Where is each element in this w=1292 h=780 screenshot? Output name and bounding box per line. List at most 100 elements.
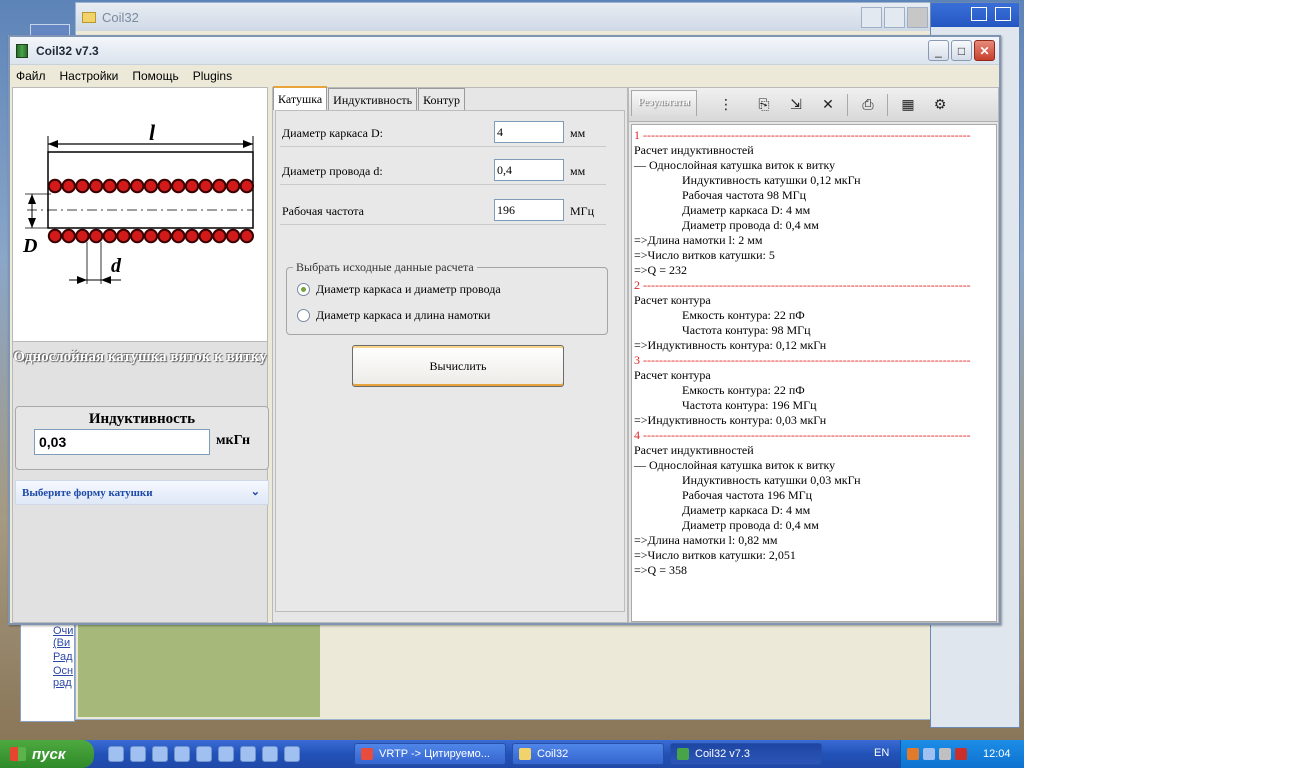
taskbar-item-coil32[interactable]: Coil32 v7.3: [670, 743, 822, 765]
coil-shape-selector[interactable]: Выберите форму катушки ⌄: [15, 480, 269, 505]
maximize-icon[interactable]: [884, 7, 905, 28]
restore-icon[interactable]: [971, 7, 987, 21]
length-label: l: [149, 120, 156, 145]
coil-turn: [198, 228, 213, 244]
coil-turn: [184, 228, 200, 244]
results-toolbar: Результаты ⋮ ⎘ ⇲ ✕ ⎙ ▦ ⚙: [629, 88, 998, 122]
close-icon[interactable]: [907, 7, 928, 28]
tab-coil[interactable]: Катушка: [273, 86, 328, 110]
language-indicator[interactable]: EN: [874, 747, 889, 759]
copy-icon[interactable]: ⎘: [755, 96, 773, 114]
result-line: Индуктивность катушки 0,12 мкГн: [682, 173, 861, 187]
close-icon[interactable]: [995, 7, 1011, 21]
system-tray: 12:04: [900, 740, 1024, 768]
result-line: =>Индуктивность контура: 0,12 мкГн: [634, 338, 827, 352]
coil-turn: [47, 228, 63, 244]
tab-results[interactable]: Результаты: [631, 90, 697, 116]
tray-arrow-icon[interactable]: [907, 748, 919, 760]
result-line: Расчет контура: [634, 368, 711, 382]
volume-icon[interactable]: [939, 748, 951, 760]
calculation-panel: Катушка Индуктивность Контур Диаметр кар…: [272, 86, 628, 623]
result-line: =>Индуктивность контура: 0,03 мкГн: [634, 413, 827, 427]
result-line: Диаметр каркаса D: 4 мм: [682, 203, 811, 217]
inductance-value-field[interactable]: [34, 429, 210, 455]
taskbar: пуск VRTP -> Цитируемо... Coil32 Coil32 …: [0, 740, 1024, 768]
bg-link[interactable]: Рад: [21, 651, 74, 663]
maximize-button[interactable]: □: [951, 40, 972, 61]
network-icon[interactable]: [923, 748, 935, 760]
inductance-title: Индуктивность: [88, 411, 196, 427]
wire-diameter-unit: мм: [570, 164, 586, 178]
chevron-down-icon[interactable]: ⌄: [251, 485, 260, 498]
taskbar-item-label: VRTP -> Цитируемо...: [379, 748, 490, 760]
tab-circuit[interactable]: Контур: [418, 88, 466, 110]
print-icon[interactable]: ⎙: [859, 96, 877, 114]
option-former-and-wire[interactable]: Диаметр каркаса и диаметр провода: [297, 282, 501, 297]
app-icon[interactable]: [130, 746, 146, 762]
chrome-icon[interactable]: [218, 746, 234, 762]
result-line: Индуктивность катушки 0,03 мкГн: [682, 473, 861, 487]
result-line: =>Длина намотки l: 0,82 мм: [634, 533, 778, 547]
coil-turn: [116, 178, 131, 194]
tool-icon[interactable]: [174, 746, 190, 762]
result-line: Частота контура: 98 МГц: [682, 323, 811, 337]
option-former-and-length[interactable]: Диаметр каркаса и длина намотки: [297, 308, 490, 323]
tab-inductance[interactable]: Индуктивность: [328, 88, 418, 110]
coil-turn: [239, 228, 255, 244]
result-line: =>Число витков катушки: 2,051: [634, 548, 796, 562]
frequency-input[interactable]: [494, 199, 564, 221]
taskbar-item-browser[interactable]: VRTP -> Цитируемо...: [354, 743, 506, 765]
image-icon[interactable]: [196, 746, 212, 762]
menu-settings[interactable]: Настройки: [60, 69, 119, 83]
coil-turn: [75, 178, 90, 194]
input-mode-group-title: Выбрать исходные данные расчета: [293, 260, 477, 275]
menu-plugins[interactable]: Plugins: [193, 69, 232, 83]
coil-turn: [143, 228, 159, 244]
calculate-button[interactable]: Вычислить: [352, 345, 564, 387]
results-panel: Результаты ⋮ ⎘ ⇲ ✕ ⎙ ▦ ⚙ 1 -------------…: [628, 87, 999, 623]
delete-icon[interactable]: ✕: [819, 96, 837, 114]
coil-turn: [171, 228, 186, 244]
media-icon[interactable]: [152, 746, 168, 762]
result-line: Диаметр провода d: 0,4 мм: [682, 518, 819, 532]
close-button[interactable]: ✕: [974, 40, 995, 61]
pdf-icon[interactable]: [284, 746, 300, 762]
bg-link[interactable]: Осн рад: [21, 665, 74, 689]
start-button[interactable]: пуск: [0, 740, 94, 768]
bg-window-titlebar[interactable]: Coil32: [76, 3, 932, 31]
result-line: Рабочая частота 98 МГц: [682, 188, 807, 202]
minimize-button[interactable]: _: [928, 40, 949, 61]
taskbar-item-label: Coil32: [537, 748, 569, 760]
results-text[interactable]: 1 --------------------------------------…: [631, 124, 997, 622]
download-icon[interactable]: [262, 746, 278, 762]
coil-panel: l D d Однослойная катушка виток к витку …: [12, 87, 269, 623]
line-height-icon[interactable]: ⋮: [717, 96, 735, 114]
bg-window-controls: [861, 7, 928, 28]
ie-icon[interactable]: [108, 746, 124, 762]
coil32-main-window: Coil32 v7.3 _ □ ✕ Файл Настройки Помощь …: [8, 35, 1001, 625]
result-line: Емкость контура: 22 пФ: [682, 308, 805, 322]
radio-unselected-icon[interactable]: [297, 309, 310, 322]
browser-icon[interactable]: [240, 746, 256, 762]
bg-window-title: Coil32: [102, 9, 139, 25]
bg-link[interactable]: Очи (Ви: [21, 625, 74, 649]
field-row-wire-diameter: Диаметр провода d: мм: [280, 155, 606, 185]
settings-icon[interactable]: ⚙: [931, 96, 949, 114]
antivirus-icon[interactable]: [955, 748, 967, 760]
radio-selected-icon[interactable]: [297, 283, 310, 296]
former-diameter-input[interactable]: [494, 121, 564, 143]
minimize-icon[interactable]: [861, 7, 882, 28]
table-icon[interactable]: ▦: [899, 96, 917, 114]
result-line: Рабочая частота 196 МГц: [682, 488, 813, 502]
wire-diameter-label: Диаметр провода d:: [282, 164, 383, 178]
taskbar-item-folder[interactable]: Coil32: [512, 743, 664, 765]
wire-diameter-input[interactable]: [494, 159, 564, 181]
menu-help[interactable]: Помощь: [132, 69, 178, 83]
window-titlebar[interactable]: Coil32 v7.3 _ □ ✕: [10, 37, 999, 65]
result-separator: 2 --------------------------------------…: [634, 278, 971, 292]
menu-file[interactable]: Файл: [16, 69, 46, 83]
clock: 12:04: [983, 748, 1011, 760]
diameter-label: D: [22, 235, 37, 257]
coil-turn: [102, 178, 118, 194]
export-icon[interactable]: ⇲: [787, 96, 805, 114]
